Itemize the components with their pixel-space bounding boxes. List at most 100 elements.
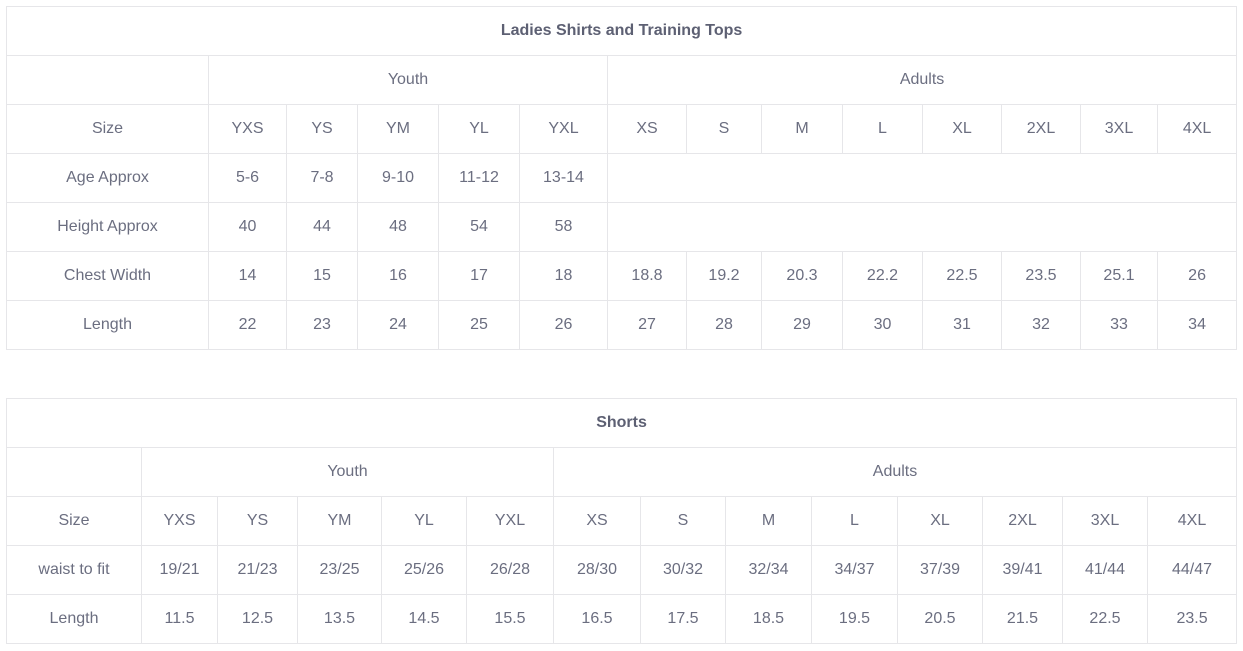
length-cell: 26 [519, 300, 608, 350]
length-cell: 17.5 [640, 594, 726, 644]
row-label: Size [6, 496, 142, 546]
length-cell: 22.5 [1062, 594, 1148, 644]
length-cell: 14.5 [381, 594, 467, 644]
empty-cell [6, 55, 209, 105]
chest-cell: 22.5 [922, 251, 1002, 301]
age-cell: 9-10 [357, 153, 439, 203]
length-cell: 25 [438, 300, 520, 350]
length-cell: 33 [1080, 300, 1158, 350]
size-cell: 4XL [1146, 496, 1238, 546]
size-cell: S [686, 104, 762, 154]
row-label: Chest Width [6, 251, 209, 301]
size-cell: YL [381, 496, 467, 546]
group-row: Youth Adults [6, 447, 1238, 497]
length-cell: 31 [922, 300, 1002, 350]
height-cell: 54 [438, 202, 520, 252]
youth-group-header: Youth [208, 55, 608, 105]
shirts-size-table: Ladies Shirts and Training Tops Youth Ad… [5, 6, 1238, 350]
waist-cell: 26/28 [466, 545, 554, 595]
waist-cell: 37/39 [897, 545, 983, 595]
size-cell: S [640, 496, 726, 546]
size-cell: 3XL [1062, 496, 1148, 546]
age-row: Age Approx 5-6 7-8 9-10 11-12 13-14 [6, 153, 1238, 203]
chest-cell: 14 [208, 251, 287, 301]
length-row: Length 22 23 24 25 26 27 28 29 30 31 32 … [6, 300, 1238, 350]
size-cell: XS [553, 496, 641, 546]
waist-cell: 21/23 [217, 545, 298, 595]
length-cell: 34 [1156, 300, 1238, 350]
waist-cell: 32/34 [725, 545, 812, 595]
size-cell: L [842, 104, 923, 154]
length-cell: 11.5 [141, 594, 218, 644]
chest-cell: 18 [519, 251, 608, 301]
length-cell: 23 [286, 300, 358, 350]
length-cell: 32 [1001, 300, 1081, 350]
title-row: Shorts [5, 398, 1238, 448]
size-row: Size YXS YS YM YL YXL XS S M L XL 2XL 3X… [6, 496, 1238, 546]
length-cell: 12.5 [217, 594, 298, 644]
height-cell: 40 [208, 202, 287, 252]
height-cell: 48 [357, 202, 439, 252]
height-cell: 44 [286, 202, 358, 252]
length-cell: 13.5 [297, 594, 382, 644]
length-cell: 16.5 [553, 594, 641, 644]
chest-cell: 15 [286, 251, 358, 301]
size-cell: 3XL [1080, 104, 1158, 154]
waist-row: waist to fit 19/21 21/23 23/25 25/26 26/… [6, 545, 1238, 595]
waist-cell: 41/44 [1062, 545, 1148, 595]
age-cell: 11-12 [438, 153, 520, 203]
group-row: Youth Adults [6, 55, 1238, 105]
size-cell: YM [357, 104, 439, 154]
chest-cell: 26 [1156, 251, 1238, 301]
chest-cell: 22.2 [842, 251, 923, 301]
row-label: Length [6, 594, 142, 644]
row-label: Age Approx [6, 153, 209, 203]
height-row: Height Approx 40 44 48 54 58 [6, 202, 1238, 252]
size-cell: 2XL [982, 496, 1063, 546]
waist-cell: 23/25 [297, 545, 382, 595]
waist-cell: 30/32 [640, 545, 726, 595]
age-cell: 5-6 [208, 153, 287, 203]
length-cell: 20.5 [897, 594, 983, 644]
length-cell: 28 [686, 300, 762, 350]
size-cell: YM [297, 496, 382, 546]
length-cell: 19.5 [811, 594, 898, 644]
size-cell: M [761, 104, 843, 154]
age-cell: 13-14 [519, 153, 608, 203]
size-cell: YXL [519, 104, 608, 154]
length-cell: 27 [607, 300, 687, 350]
chest-cell: 19.2 [686, 251, 762, 301]
adults-group-header: Adults [606, 55, 1238, 105]
age-cell: 7-8 [286, 153, 358, 203]
size-cell: YL [438, 104, 520, 154]
size-cell: 2XL [1001, 104, 1081, 154]
size-cell: YXS [208, 104, 287, 154]
size-cell: XL [897, 496, 983, 546]
length-cell: 24 [357, 300, 439, 350]
row-label: Size [6, 104, 209, 154]
waist-cell: 25/26 [381, 545, 467, 595]
waist-cell: 19/21 [141, 545, 218, 595]
chest-row: Chest Width 14 15 16 17 18 18.8 19.2 20.… [6, 251, 1238, 301]
empty-cell [606, 202, 1238, 252]
size-cell: XL [922, 104, 1002, 154]
chest-cell: 18.8 [607, 251, 687, 301]
length-cell: 21.5 [982, 594, 1063, 644]
shorts-size-table: Shorts Youth Adults Size YXS YS YM YL YX… [5, 398, 1238, 644]
length-row: Length 11.5 12.5 13.5 14.5 15.5 16.5 17.… [6, 594, 1238, 644]
chest-cell: 23.5 [1001, 251, 1081, 301]
waist-cell: 34/37 [811, 545, 898, 595]
row-label: Length [6, 300, 209, 350]
waist-cell: 39/41 [982, 545, 1063, 595]
length-cell: 15.5 [466, 594, 554, 644]
chest-cell: 20.3 [761, 251, 843, 301]
length-cell: 23.5 [1146, 594, 1238, 644]
chest-cell: 25.1 [1080, 251, 1158, 301]
size-row: Size YXS YS YM YL YXL XS S M L XL 2XL 3X… [6, 104, 1238, 154]
size-cell: YXS [141, 496, 218, 546]
length-cell: 18.5 [725, 594, 812, 644]
empty-cell [606, 153, 1238, 203]
length-cell: 30 [842, 300, 923, 350]
chest-cell: 17 [438, 251, 520, 301]
length-cell: 29 [761, 300, 843, 350]
